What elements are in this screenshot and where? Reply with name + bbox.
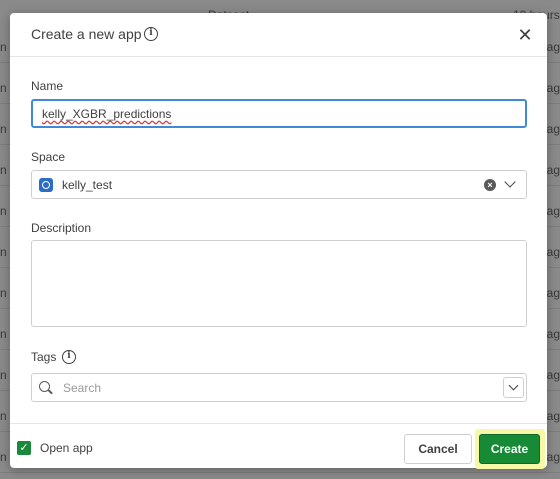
- tags-label: Tags: [31, 350, 57, 364]
- dialog-footer: ✓ Open app Cancel Create: [10, 423, 547, 469]
- chevron-down-icon[interactable]: [504, 176, 516, 188]
- info-icon[interactable]: i: [144, 27, 158, 41]
- name-input[interactable]: kelly_XGBR_predictions: [31, 99, 527, 128]
- open-app-label[interactable]: Open app: [40, 441, 93, 455]
- tags-search-input[interactable]: Search: [31, 373, 527, 402]
- description-label: Description: [31, 221, 92, 235]
- space-select-value: kelly_test: [62, 178, 113, 192]
- name-label: Name: [31, 79, 64, 93]
- clear-icon[interactable]: ×: [484, 179, 496, 191]
- tags-dropdown-button[interactable]: [503, 377, 524, 398]
- close-icon[interactable]: ✕: [515, 25, 535, 45]
- search-icon: [39, 381, 50, 392]
- cancel-button[interactable]: Cancel: [404, 434, 472, 464]
- create-app-dialog: Create a new app i ✕ Name kelly_XGBR_pre…: [10, 13, 547, 469]
- create-button[interactable]: Create: [479, 434, 540, 464]
- info-icon[interactable]: i: [62, 350, 76, 364]
- space-icon: [39, 178, 53, 192]
- space-label: Space: [31, 150, 66, 164]
- tags-search-placeholder: Search: [63, 381, 102, 395]
- description-textarea[interactable]: [31, 240, 527, 327]
- open-app-checkbox[interactable]: ✓: [17, 441, 31, 455]
- name-input-value: kelly_XGBR_predictions: [42, 107, 172, 121]
- dialog-title: Create a new app: [31, 26, 142, 42]
- chevron-down-icon: [508, 380, 519, 391]
- dialog-header: Create a new app i ✕: [10, 13, 547, 57]
- space-select[interactable]: kelly_test ×: [31, 170, 527, 199]
- create-button-highlight: Create: [475, 429, 545, 469]
